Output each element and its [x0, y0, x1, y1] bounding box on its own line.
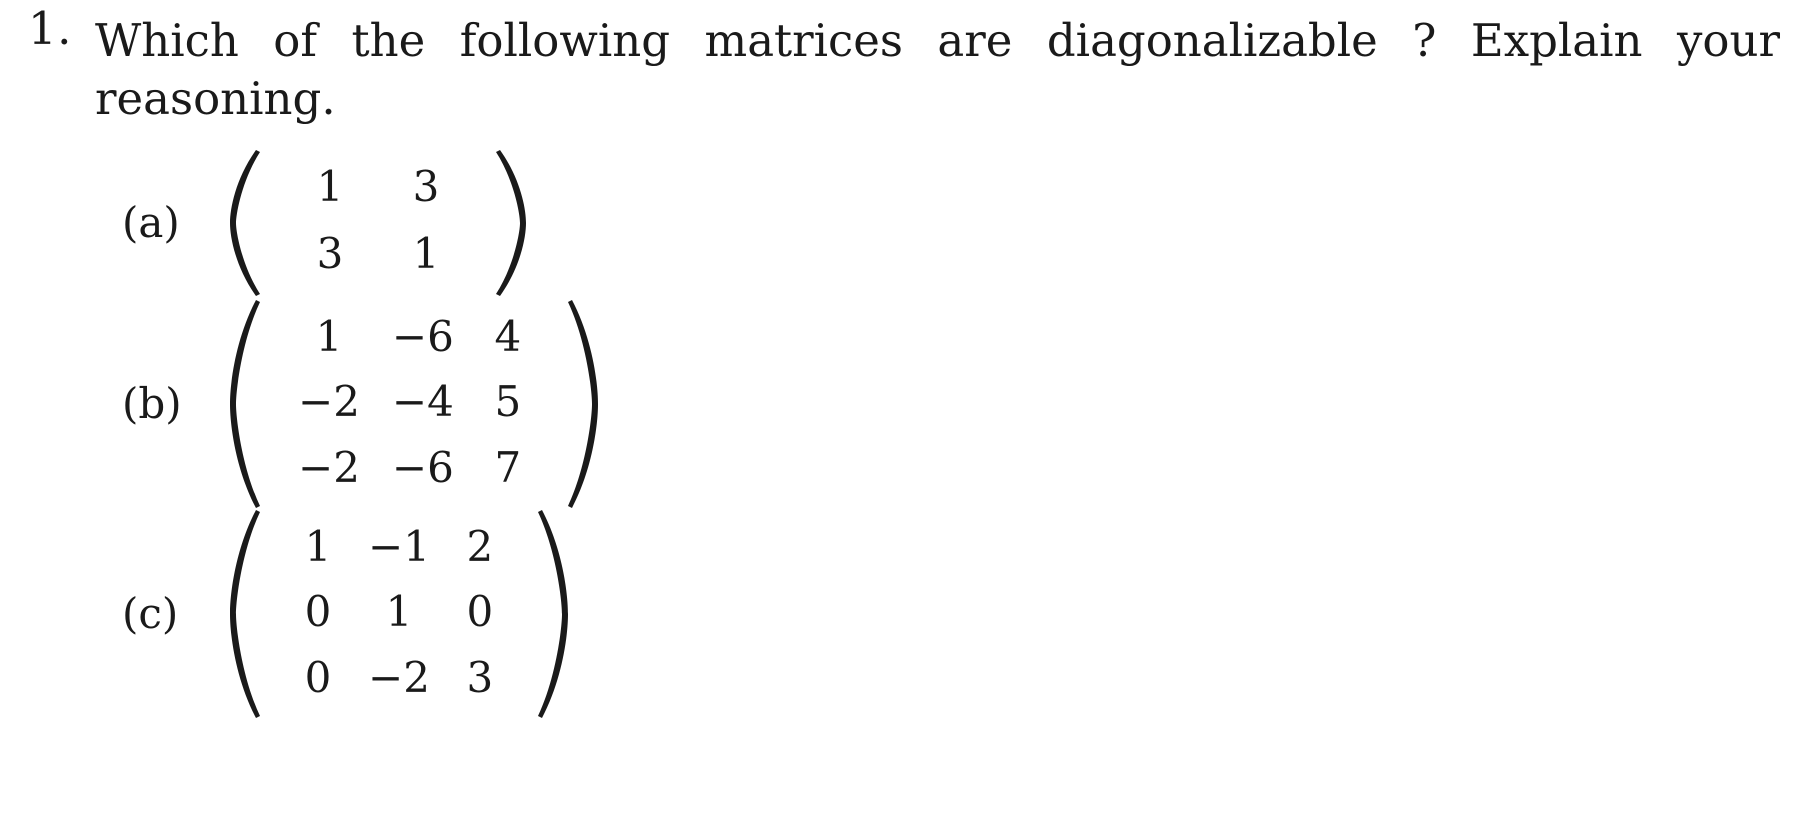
matrix-cell: 1	[315, 312, 343, 361]
matrix-cell: 1	[304, 522, 332, 571]
right-parenthesis-icon	[534, 510, 568, 718]
subitem-label-b: (b)	[122, 379, 182, 428]
matrix-cell: 1	[412, 229, 440, 278]
matrix-b-grid: 1 −6 4 −2 −4 5 −2 −6 7	[264, 300, 564, 508]
subitem-b: (b) 1 −6 4 −2 −4 5 −2 −6 7	[0, 300, 1818, 508]
problem-text-line-1: Which of the following matrices are diag…	[95, 14, 1780, 67]
matrix-cell: 2	[466, 522, 494, 571]
matrix-cell: −1	[368, 522, 430, 571]
matrix-cell: 0	[304, 587, 332, 637]
matrix-cell: −2	[368, 652, 430, 702]
subitem-label-c: (c)	[122, 589, 179, 638]
problem-text: Which of the following matrices are diag…	[95, 0, 1780, 128]
matrix-a-grid: 1 3 3 1	[264, 150, 492, 296]
matrix-cell: −6	[391, 312, 454, 361]
subitem-list: (a) 1 3 3 1 (b) 1 −6 4 −2 −4 5 −2 −6 7 (…	[0, 150, 1818, 718]
matrix-cell: 1	[385, 587, 413, 637]
right-parenthesis-icon	[564, 300, 598, 508]
matrix-cell: −4	[391, 377, 454, 427]
matrix-a: 1 3 3 1	[230, 150, 526, 296]
matrix-c-grid: 1 −1 2 0 1 0 0 −2 3	[264, 510, 534, 718]
matrix-cell: 4	[494, 312, 522, 361]
matrix-b: 1 −6 4 −2 −4 5 −2 −6 7	[230, 300, 598, 508]
subitem-label-a: (a)	[122, 198, 180, 247]
matrix-cell: 0	[466, 587, 494, 637]
problem-number: 1.	[28, 2, 72, 55]
matrix-cell: 0	[304, 652, 332, 702]
matrix-cell: 3	[466, 652, 494, 702]
problem-text-line-2: reasoning.	[95, 72, 336, 125]
subitem-a: (a) 1 3 3 1	[0, 150, 1818, 296]
left-parenthesis-icon	[230, 510, 264, 718]
matrix-cell: 7	[494, 442, 522, 492]
matrix-cell: −2	[298, 377, 360, 427]
subitem-c: (c) 1 −1 2 0 1 0 0 −2 3	[0, 510, 1818, 718]
matrix-cell: −2	[298, 442, 360, 492]
matrix-cell: 3	[316, 229, 344, 278]
left-parenthesis-icon	[230, 300, 264, 508]
matrix-c: 1 −1 2 0 1 0 0 −2 3	[230, 510, 568, 718]
problem-statement: 1. Which of the following matrices are d…	[0, 0, 1818, 128]
matrix-cell: 5	[494, 377, 522, 427]
matrix-cell: −6	[391, 442, 454, 492]
matrix-cell: 3	[412, 162, 440, 211]
problem-block: 1. Which of the following matrices are d…	[0, 0, 1818, 128]
left-parenthesis-icon	[230, 150, 264, 296]
matrix-cell: 1	[316, 162, 344, 211]
document-page: 1. Which of the following matrices are d…	[0, 0, 1818, 824]
right-parenthesis-icon	[492, 150, 526, 296]
